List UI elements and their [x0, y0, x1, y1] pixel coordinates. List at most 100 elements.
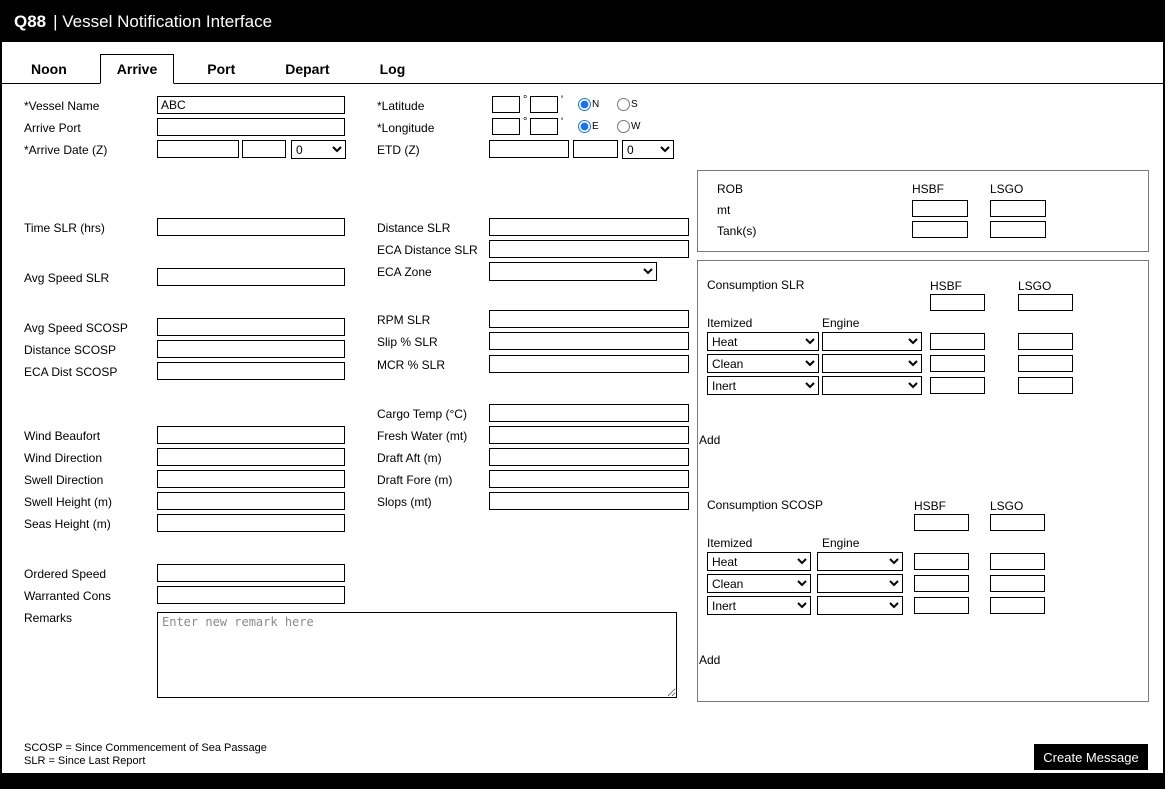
eca-dist-scosp-label: ECA Dist SCOSP: [24, 365, 117, 379]
mcr-slr-input[interactable]: [489, 355, 689, 373]
swell-height-input[interactable]: [157, 492, 345, 510]
rob-tanks-hsbf-input[interactable]: [912, 221, 968, 238]
rob-mt-lsgo-input[interactable]: [990, 200, 1046, 217]
draft-fore-input[interactable]: [489, 470, 689, 488]
consumption-slr-engine-header: Engine: [822, 316, 859, 330]
consumption-slr-lsgo-input[interactable]: [1018, 377, 1073, 394]
fresh-water-input[interactable]: [489, 426, 689, 444]
consumption-scosp-hsbf-input[interactable]: [914, 553, 969, 570]
arrive-date-tz-select[interactable]: 0: [291, 140, 346, 159]
minute-symbol: ': [561, 116, 563, 128]
consumption-slr-lsgo-input[interactable]: [1018, 355, 1073, 372]
etd-time-input[interactable]: [573, 140, 618, 158]
rob-tanks-lsgo-input[interactable]: [990, 221, 1046, 238]
consumption-scosp-item-select[interactable]: Inert: [707, 596, 811, 615]
consumption-slr-hsbf-total-input[interactable]: [930, 294, 985, 311]
tab-depart[interactable]: Depart: [268, 54, 346, 84]
distance-scosp-label: Distance SCOSP: [24, 343, 116, 357]
rob-mt-hsbf-input[interactable]: [912, 200, 968, 217]
consumption-scosp-hsbf-input[interactable]: [914, 575, 969, 592]
longitude-west-radio[interactable]: [617, 120, 630, 133]
vessel-name-input[interactable]: [157, 96, 345, 114]
consumption-scosp-hsbf-input[interactable]: [914, 597, 969, 614]
avg-speed-slr-input[interactable]: [157, 268, 345, 286]
arrive-port-input[interactable]: [157, 118, 345, 136]
distance-slr-input[interactable]: [489, 218, 689, 236]
eca-dist-scosp-input[interactable]: [157, 362, 345, 380]
longitude-deg-input[interactable]: [492, 118, 520, 135]
consumption-slr-engine-select[interactable]: [822, 332, 922, 351]
page-title: | Vessel Notification Interface: [53, 12, 272, 32]
longitude-min-input[interactable]: [530, 118, 558, 135]
eca-zone-label: ECA Zone: [377, 265, 432, 279]
tab-port[interactable]: Port: [190, 54, 252, 84]
arrive-time-input[interactable]: [242, 140, 286, 158]
latitude-min-input[interactable]: [530, 96, 558, 113]
avg-speed-scosp-input[interactable]: [157, 318, 345, 336]
create-message-button[interactable]: Create Message: [1034, 744, 1148, 770]
rpm-slr-input[interactable]: [489, 310, 689, 328]
tab-log[interactable]: Log: [363, 54, 423, 84]
consumption-slr-hsbf-input[interactable]: [930, 355, 985, 372]
consumption-scosp-title: Consumption SCOSP: [707, 498, 823, 512]
slip-slr-input[interactable]: [489, 332, 689, 350]
consumption-scosp-lsgo-input[interactable]: [990, 553, 1045, 570]
consumption-slr-engine-select[interactable]: [822, 354, 922, 373]
consumption-slr-lsgo-input[interactable]: [1018, 333, 1073, 350]
consumption-slr-item-select[interactable]: Heat: [707, 332, 819, 351]
consumption-slr-hsbf-input[interactable]: [930, 377, 985, 394]
eca-zone-select[interactable]: [489, 262, 657, 281]
consumption-slr-lsgo-header: LSGO: [1018, 279, 1051, 293]
consumption-scosp-hsbf-total-input[interactable]: [914, 514, 969, 531]
tab-noon[interactable]: Noon: [14, 54, 84, 84]
swell-direction-input[interactable]: [157, 470, 345, 488]
cargo-temp-input[interactable]: [489, 404, 689, 422]
arrive-date-input[interactable]: [157, 140, 239, 158]
consumption-scosp-add-link[interactable]: Add: [699, 653, 720, 667]
consumption-scosp-lsgo-total-input[interactable]: [990, 514, 1045, 531]
arrive-date-label: *Arrive Date (Z): [24, 143, 107, 157]
latitude-deg-input[interactable]: [492, 96, 520, 113]
consumption-scosp-lsgo-input[interactable]: [990, 575, 1045, 592]
consumption-scosp-item-select[interactable]: Clean: [707, 574, 811, 593]
consumption-scosp-engine-select[interactable]: [817, 596, 903, 615]
consumption-scosp-lsgo-input[interactable]: [990, 597, 1045, 614]
scosp-legend: SCOSP = Since Commencement of Sea Passag…: [24, 742, 267, 754]
etd-date-input[interactable]: [489, 140, 569, 158]
wind-beaufort-input[interactable]: [157, 426, 345, 444]
distance-scosp-input[interactable]: [157, 340, 345, 358]
arrive-port-label: Arrive Port: [24, 121, 81, 135]
eca-distance-slr-label: ECA Distance SLR: [377, 243, 478, 257]
rpm-slr-label: RPM SLR: [377, 313, 430, 327]
remarks-label: Remarks: [24, 611, 72, 625]
consumption-scosp-engine-select[interactable]: [817, 552, 903, 571]
wind-direction-input[interactable]: [157, 448, 345, 466]
ordered-speed-input[interactable]: [157, 564, 345, 582]
wind-beaufort-label: Wind Beaufort: [24, 429, 100, 443]
slops-input[interactable]: [489, 492, 689, 510]
minute-symbol: ': [561, 94, 563, 106]
latitude-label: *Latitude: [377, 99, 424, 113]
consumption-slr-item-select[interactable]: Clean: [707, 354, 819, 373]
consumption-slr-item-select[interactable]: Inert: [707, 376, 819, 395]
etd-tz-select[interactable]: 0: [622, 140, 674, 159]
seas-height-input[interactable]: [157, 514, 345, 532]
time-slr-input[interactable]: [157, 218, 345, 236]
eca-distance-slr-input[interactable]: [489, 240, 689, 258]
longitude-east-radio[interactable]: [578, 120, 591, 133]
consumption-scosp-engine-select[interactable]: [817, 574, 903, 593]
distance-slr-label: Distance SLR: [377, 221, 450, 235]
consumption-slr-engine-select[interactable]: [822, 376, 922, 395]
wind-direction-label: Wind Direction: [24, 451, 102, 465]
consumption-slr-hsbf-input[interactable]: [930, 333, 985, 350]
tab-arrive[interactable]: Arrive: [100, 54, 174, 84]
consumption-slr-lsgo-total-input[interactable]: [1018, 294, 1073, 311]
rob-title: ROB: [717, 182, 743, 196]
consumption-scosp-item-select[interactable]: Heat: [707, 552, 811, 571]
latitude-north-radio[interactable]: [578, 98, 591, 111]
draft-aft-input[interactable]: [489, 448, 689, 466]
latitude-south-radio[interactable]: [617, 98, 630, 111]
remarks-textarea[interactable]: [157, 612, 677, 698]
consumption-slr-add-link[interactable]: Add: [699, 433, 720, 447]
warranted-cons-input[interactable]: [157, 586, 345, 604]
